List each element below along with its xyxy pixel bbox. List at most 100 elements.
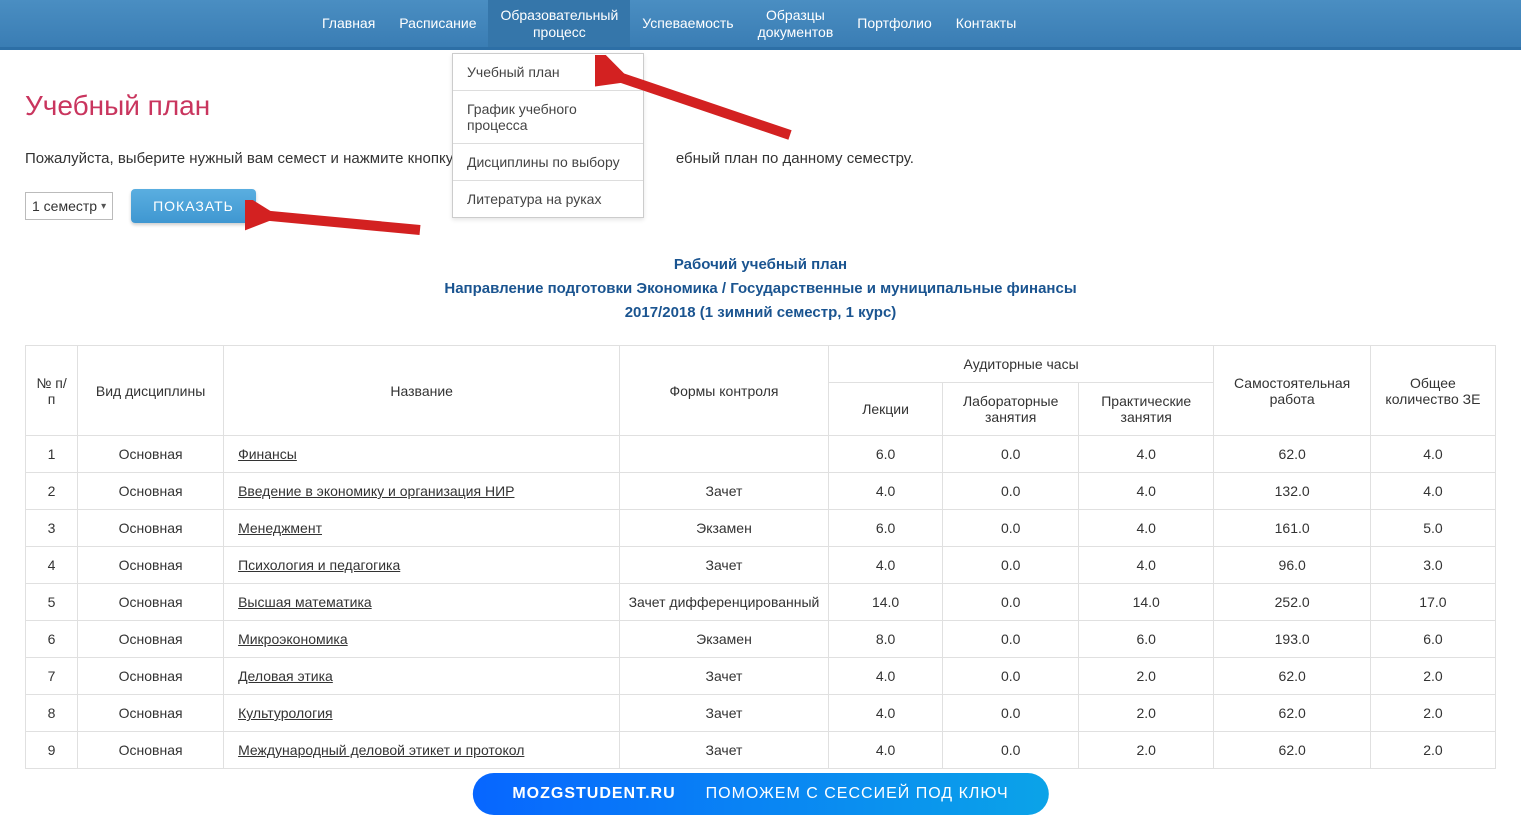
cell-name: Психология и педагогика <box>224 547 620 584</box>
nav-docs[interactable]: Образцы документов <box>746 0 846 47</box>
instruction-after: ебный план по данному семестру. <box>676 150 914 167</box>
th-lab: Лабораторные занятия <box>943 383 1079 436</box>
cell-lab: 0.0 <box>943 510 1079 547</box>
cell-control: Экзамен <box>620 621 829 658</box>
cell-practice: 4.0 <box>1078 436 1214 473</box>
cell-name: Международный деловой этикет и протокол <box>224 732 620 769</box>
top-nav: Главная Расписание Образовательный проце… <box>0 0 1521 50</box>
cell-name: Культурология <box>224 695 620 732</box>
th-type: Вид дисциплины <box>78 346 224 436</box>
cell-self: 96.0 <box>1214 547 1370 584</box>
dropdown-literature[interactable]: Литература на руках <box>453 181 643 217</box>
discipline-link[interactable]: Микроэкономика <box>238 631 348 647</box>
page-title: Учебный план <box>25 90 1496 122</box>
cell-total: 2.0 <box>1370 658 1495 695</box>
cell-num: 6 <box>26 621 78 658</box>
cell-self: 62.0 <box>1214 695 1370 732</box>
nav-label: Расписание <box>399 15 476 32</box>
table-row: 1ОсновнаяФинансы6.00.04.062.04.0 <box>26 436 1496 473</box>
discipline-link[interactable]: Введение в экономику и организация НИР <box>238 483 514 499</box>
cell-control: Зачет дифференцированный <box>620 584 829 621</box>
cell-num: 3 <box>26 510 78 547</box>
cell-self: 161.0 <box>1214 510 1370 547</box>
cell-name: Менеджмент <box>224 510 620 547</box>
nav-schedule[interactable]: Расписание <box>387 0 488 47</box>
cell-total: 6.0 <box>1370 621 1495 658</box>
cell-num: 8 <box>26 695 78 732</box>
discipline-link[interactable]: Менеджмент <box>238 520 322 536</box>
semester-select[interactable]: 1 семестр <box>25 192 113 220</box>
cell-num: 5 <box>26 584 78 621</box>
nav-portfolio[interactable]: Портфолио <box>845 0 944 47</box>
cell-self: 62.0 <box>1214 732 1370 769</box>
semester-value: 1 семестр <box>32 198 97 214</box>
footer-tagline: ПОМОЖЕМ С СЕССИЕЙ ПОД КЛЮЧ <box>706 785 1009 803</box>
edu-process-dropdown: Учебный план График учебного процесса Ди… <box>452 53 644 218</box>
instruction-text: Пожалуйста, выберите нужный вам семест и… <box>25 150 1496 167</box>
cell-lab: 0.0 <box>943 658 1079 695</box>
cell-total: 2.0 <box>1370 695 1495 732</box>
cell-lectures: 4.0 <box>828 732 943 769</box>
cell-type: Основная <box>78 621 224 658</box>
nav-edu-process[interactable]: Образовательный процесс <box>488 0 630 47</box>
cell-type: Основная <box>78 658 224 695</box>
table-row: 5Основная Высшая математика Зачет дифферен… <box>26 584 1496 621</box>
discipline-link[interactable]: Деловая этика <box>238 668 333 684</box>
plan-header: Рабочий учебный план Направление подгото… <box>25 253 1496 325</box>
cell-self: 252.0 <box>1214 584 1370 621</box>
nav-label: Успеваемость <box>642 15 733 32</box>
cell-self: 132.0 <box>1214 473 1370 510</box>
cell-num: 9 <box>26 732 78 769</box>
discipline-link[interactable]: Психология и педагогика <box>238 557 400 573</box>
dropdown-elective[interactable]: Дисциплины по выбору <box>453 144 643 181</box>
th-self: Самостоятельная работа <box>1214 346 1370 436</box>
cell-total: 2.0 <box>1370 732 1495 769</box>
cell-practice: 4.0 <box>1078 510 1214 547</box>
cell-lectures: 4.0 <box>828 473 943 510</box>
cell-lab: 0.0 <box>943 621 1079 658</box>
cell-control: Зачет <box>620 695 829 732</box>
plan-header-line: 2017/2018 (1 зимний семестр, 1 курс) <box>25 301 1496 325</box>
discipline-link[interactable]: Культурология <box>238 705 333 721</box>
nav-contacts[interactable]: Контакты <box>944 0 1028 47</box>
cell-num: 2 <box>26 473 78 510</box>
cell-total: 3.0 <box>1370 547 1495 584</box>
cell-type: Основная <box>78 584 224 621</box>
cell-type: Основная <box>78 732 224 769</box>
cell-name: Финансы <box>224 436 620 473</box>
show-button[interactable]: ПОКАЗАТЬ <box>131 189 256 223</box>
nav-label: Образовательный <box>500 7 618 24</box>
cell-type: Основная <box>78 695 224 732</box>
discipline-link[interactable]: Международный деловой этикет и протокол <box>238 742 524 758</box>
nav-progress[interactable]: Успеваемость <box>630 0 745 47</box>
cell-lectures: 14.0 <box>828 584 943 621</box>
cell-type: Основная <box>78 436 224 473</box>
nav-main[interactable]: Главная <box>310 0 387 47</box>
cell-lectures: 4.0 <box>828 547 943 584</box>
footer-banner[interactable]: MOZGSTUDENT.RU ПОМОЖЕМ С СЕССИЕЙ ПОД КЛЮ… <box>472 773 1048 815</box>
cell-lectures: 4.0 <box>828 658 943 695</box>
dropdown-schedule-graph[interactable]: График учебного процесса <box>453 91 643 144</box>
cell-control: Зачет <box>620 473 829 510</box>
cell-control <box>620 436 829 473</box>
dropdown-curriculum[interactable]: Учебный план <box>453 54 643 91</box>
discipline-link[interactable]: Высшая математика <box>238 594 372 610</box>
table-row: 4ОсновнаяПсихология и педагогикаЗачет4.0… <box>26 547 1496 584</box>
th-name: Название <box>224 346 620 436</box>
nav-label: Контакты <box>956 15 1016 32</box>
cell-lab: 0.0 <box>943 547 1079 584</box>
cell-type: Основная <box>78 547 224 584</box>
th-lectures: Лекции <box>828 383 943 436</box>
cell-lectures: 6.0 <box>828 436 943 473</box>
cell-practice: 4.0 <box>1078 473 1214 510</box>
cell-self: 193.0 <box>1214 621 1370 658</box>
cell-name: Деловая этика <box>224 658 620 695</box>
cell-practice: 2.0 <box>1078 658 1214 695</box>
cell-type: Основная <box>78 473 224 510</box>
cell-lectures: 4.0 <box>828 695 943 732</box>
cell-lab: 0.0 <box>943 436 1079 473</box>
discipline-link[interactable]: Финансы <box>238 446 297 462</box>
th-control: Формы контроля <box>620 346 829 436</box>
cell-practice: 14.0 <box>1078 584 1214 621</box>
cell-lab: 0.0 <box>943 473 1079 510</box>
